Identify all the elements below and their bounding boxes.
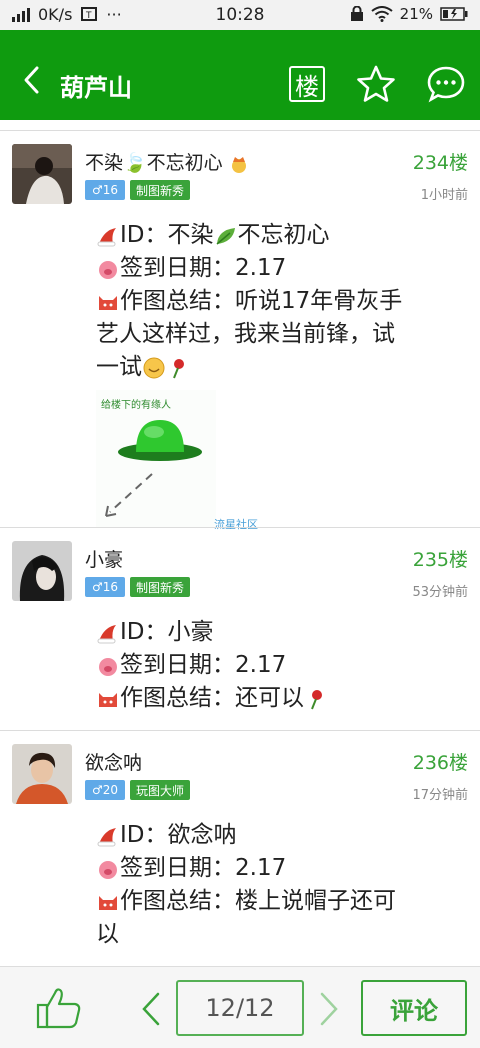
santa-hat-icon	[97, 625, 116, 644]
green-hat-icon	[105, 420, 202, 517]
post-image[interactable]: 给楼下的有缘人	[96, 390, 216, 528]
post-236: 欲念呐 ♂20 玩图大师 236楼 17分钟前 ID：欲念呐 签到日期：2.17…	[0, 730, 480, 966]
summary-line-3: 一试	[96, 354, 142, 380]
thumbs-up-icon[interactable]	[36, 985, 82, 1031]
cat-face-icon	[99, 896, 117, 910]
avatar[interactable]	[12, 744, 72, 804]
floor-number: 235楼	[412, 549, 468, 571]
wifi-icon	[371, 6, 393, 22]
post-content: ID：小豪 签到日期：2.17 作图总结：还可以	[96, 616, 456, 715]
signin-date-line: 签到日期：2.17	[120, 652, 287, 678]
cat-face-icon	[99, 296, 117, 310]
signin-date-line: 签到日期：2.17	[120, 255, 287, 281]
username[interactable]: 不染🍃不忘初心	[85, 148, 249, 175]
pig-face-icon	[99, 261, 117, 279]
age-badge: ♂16	[85, 180, 125, 200]
avatar[interactable]	[12, 541, 72, 601]
username[interactable]: 小豪	[85, 545, 123, 572]
floor-number: 236楼	[412, 752, 468, 774]
chat-icon[interactable]	[426, 64, 466, 104]
post-id-line: ID：欲念呐	[120, 822, 237, 848]
age-badge: ♂16	[85, 577, 125, 597]
page-title: 葫芦山	[60, 74, 132, 102]
comment-button[interactable]: 评论	[361, 980, 467, 1036]
rose-icon	[311, 690, 322, 710]
crown-icon	[231, 156, 246, 173]
post-time: 53分钟前	[412, 585, 468, 600]
title-badge: 制图新秀	[130, 180, 191, 200]
back-arrow-icon[interactable]	[22, 65, 42, 95]
post-234: 不染🍃不忘初心 ♂16 制图新秀 234楼 1小时前 ID：不染 不忘初心 签到…	[0, 130, 480, 527]
post-id-line-2: 不忘初心	[237, 222, 330, 248]
pig-face-icon	[99, 861, 117, 879]
battery-percent: 21%	[399, 5, 433, 23]
battery-icon	[440, 7, 468, 21]
summary-line: 作图总结：听说17年骨灰手	[120, 288, 403, 314]
floor-jump-button[interactable]: 楼	[289, 66, 325, 102]
post-235: 小豪 ♂16 制图新秀 235楼 53分钟前 ID：小豪 签到日期：2.17 作…	[0, 527, 480, 730]
previous-page-icon[interactable]	[140, 991, 162, 1027]
post-content: ID：欲念呐 签到日期：2.17 作图总结：楼上说帽子还可 以	[96, 819, 456, 951]
santa-hat-icon	[97, 228, 116, 247]
user-badges: ♂16 制图新秀	[85, 577, 191, 597]
next-page-icon[interactable]	[318, 991, 340, 1027]
app-header: 葫芦山 楼	[0, 30, 480, 120]
avatar[interactable]	[12, 144, 72, 204]
user-badges: ♂16 制图新秀	[85, 180, 191, 200]
summary-line: 作图总结：还可以	[120, 685, 304, 711]
cat-face-icon	[99, 693, 117, 707]
title-badge: 玩图大师	[130, 780, 191, 800]
page-indicator[interactable]: 12/12	[176, 980, 304, 1036]
user-badges: ♂20 玩图大师	[85, 780, 191, 800]
post-content: ID：不染 不忘初心 签到日期：2.17 作图总结：听说17年骨灰手 艺人这样过…	[96, 219, 456, 384]
leaf-icon	[216, 228, 235, 245]
signin-date-line: 签到日期：2.17	[120, 855, 287, 881]
summary-line-2: 以	[96, 921, 119, 947]
title-badge: 制图新秀	[130, 577, 191, 597]
age-badge: ♂20	[85, 780, 125, 800]
status-bar: 0K/s T ··· 10:28 21%	[0, 0, 480, 30]
post-id-line: ID：小豪	[120, 619, 214, 645]
status-right: 21%	[350, 5, 468, 23]
username[interactable]: 欲念呐	[85, 748, 142, 775]
post-time: 1小时前	[420, 188, 468, 203]
summary-line: 作图总结：楼上说帽子还可	[120, 888, 396, 914]
smile-emoji-icon	[143, 357, 165, 379]
santa-hat-icon	[97, 828, 116, 847]
star-icon[interactable]	[356, 64, 396, 104]
rose-icon	[173, 359, 184, 379]
lock-icon	[350, 6, 363, 21]
summary-line-2: 艺人这样过，我来当前锋，试	[96, 321, 395, 347]
bottom-bar: 12/12 评论	[0, 966, 480, 1048]
pig-face-icon	[99, 658, 117, 676]
post-id-line: ID：不染	[120, 222, 214, 248]
floor-number: 234楼	[412, 152, 468, 174]
post-time: 17分钟前	[412, 788, 468, 803]
